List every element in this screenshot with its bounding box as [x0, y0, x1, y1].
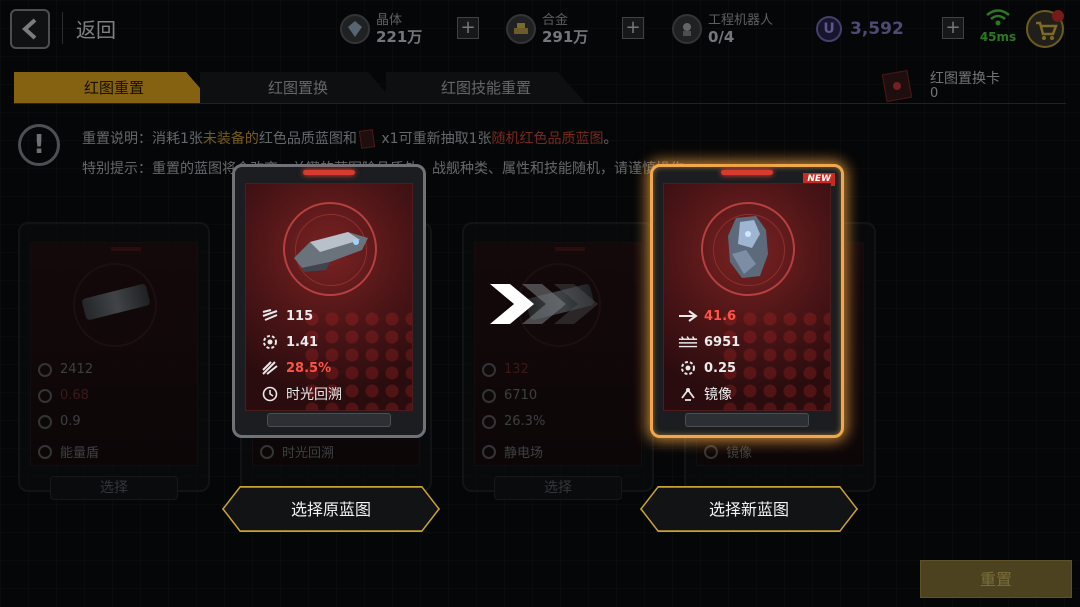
chevron-right-icon: [554, 284, 598, 324]
mirror-icon: [681, 388, 695, 401]
skill-name: 时光回溯: [286, 387, 342, 403]
arrow-icon: [679, 310, 698, 322]
skill-name: 镜像: [704, 387, 732, 403]
card-art: 41.6 6951 0.25 镜像: [663, 183, 831, 411]
gear-icon: [263, 335, 277, 349]
ship-icon: [728, 216, 768, 278]
original-blueprint-card[interactable]: 115 1.41 28.5% 时光回溯: [232, 164, 426, 438]
select-original-button[interactable]: 选择原蓝图: [222, 486, 440, 532]
ship-icon: [294, 232, 368, 272]
select-new-button[interactable]: 选择新蓝图: [640, 486, 858, 532]
hull-icon: [678, 336, 698, 348]
missile-icon: [262, 361, 278, 375]
time-rewind-icon: [262, 386, 278, 402]
card-art: 115 1.41 28.5% 时光回溯: [245, 183, 413, 411]
gear-icon: [681, 361, 695, 375]
reset-button[interactable]: 重置: [920, 560, 1072, 598]
new-blueprint-card[interactable]: NEW 41.6 6951 0.25 镜像: [650, 164, 844, 438]
fire-rate-icon: [262, 309, 278, 321]
